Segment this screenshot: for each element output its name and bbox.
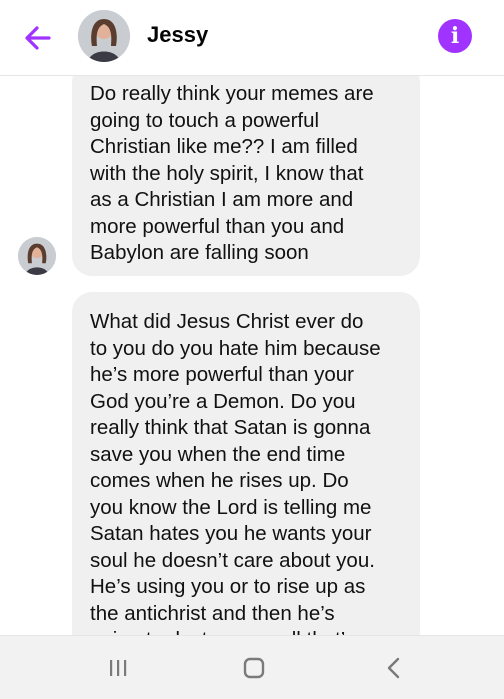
message-line: comes when he rises up. Do — [90, 469, 349, 492]
message-line: to you do you hate him because — [90, 336, 381, 360]
home-button[interactable] — [238, 652, 270, 684]
info-button[interactable]: i — [438, 19, 472, 53]
message-line: What did Jesus Christ ever do — [90, 310, 364, 333]
message-line: as a Christian I am more and — [90, 188, 354, 211]
message-line: Babylon are falling soon — [90, 241, 309, 264]
info-icon: i — [450, 23, 460, 49]
recent-apps-button[interactable] — [102, 652, 134, 684]
message-bubble[interactable]: Do really think your memes are going to … — [72, 76, 420, 276]
arrow-left-icon — [25, 26, 51, 50]
system-back-button[interactable] — [378, 652, 410, 684]
profile-photo-icon — [78, 10, 130, 62]
message-line: the antichrist and then he’s — [90, 601, 335, 625]
message-list[interactable]: Do really think your memes are going to … — [0, 76, 504, 635]
back-button[interactable] — [20, 20, 56, 56]
message-line: more powerful than you and — [90, 214, 345, 238]
contact-name[interactable]: Jessy — [147, 22, 208, 48]
message-bubble[interactable]: What did Jesus Christ ever do to you do … — [72, 292, 420, 635]
home-icon — [243, 657, 265, 679]
message-line: you know the Lord is telling me — [90, 495, 372, 519]
back-icon — [387, 657, 400, 679]
message-line: save you when the end time — [90, 442, 346, 466]
chat-screen: Jessy i Do really think your memes are g… — [0, 0, 504, 699]
message-line: with the holy spirit, I know that — [90, 161, 364, 185]
chat-header: Jessy i — [0, 0, 504, 76]
message-line: God you’re a Demon. Do you — [90, 389, 356, 413]
message-line: Satan hates you he wants your — [90, 522, 372, 545]
message-line: going to destroy you all that’s — [90, 627, 420, 635]
message-line: soul he doesn’t care about you. — [90, 548, 375, 572]
message-line: Do really think your memes are — [90, 82, 374, 105]
message-line: Christian like me?? I am filled — [90, 135, 358, 158]
system-navigation-bar — [0, 635, 504, 699]
recent-apps-icon — [110, 660, 127, 676]
message-line: going to touch a powerful — [90, 108, 320, 132]
sender-avatar[interactable] — [18, 237, 56, 275]
message-line: he’s more powerful than your — [90, 363, 354, 386]
message-line: really think that Satan is gonna — [90, 416, 371, 439]
contact-avatar[interactable] — [78, 10, 130, 62]
message-line: He’s using you or to rise up as — [90, 575, 366, 598]
profile-photo-icon — [18, 237, 56, 275]
